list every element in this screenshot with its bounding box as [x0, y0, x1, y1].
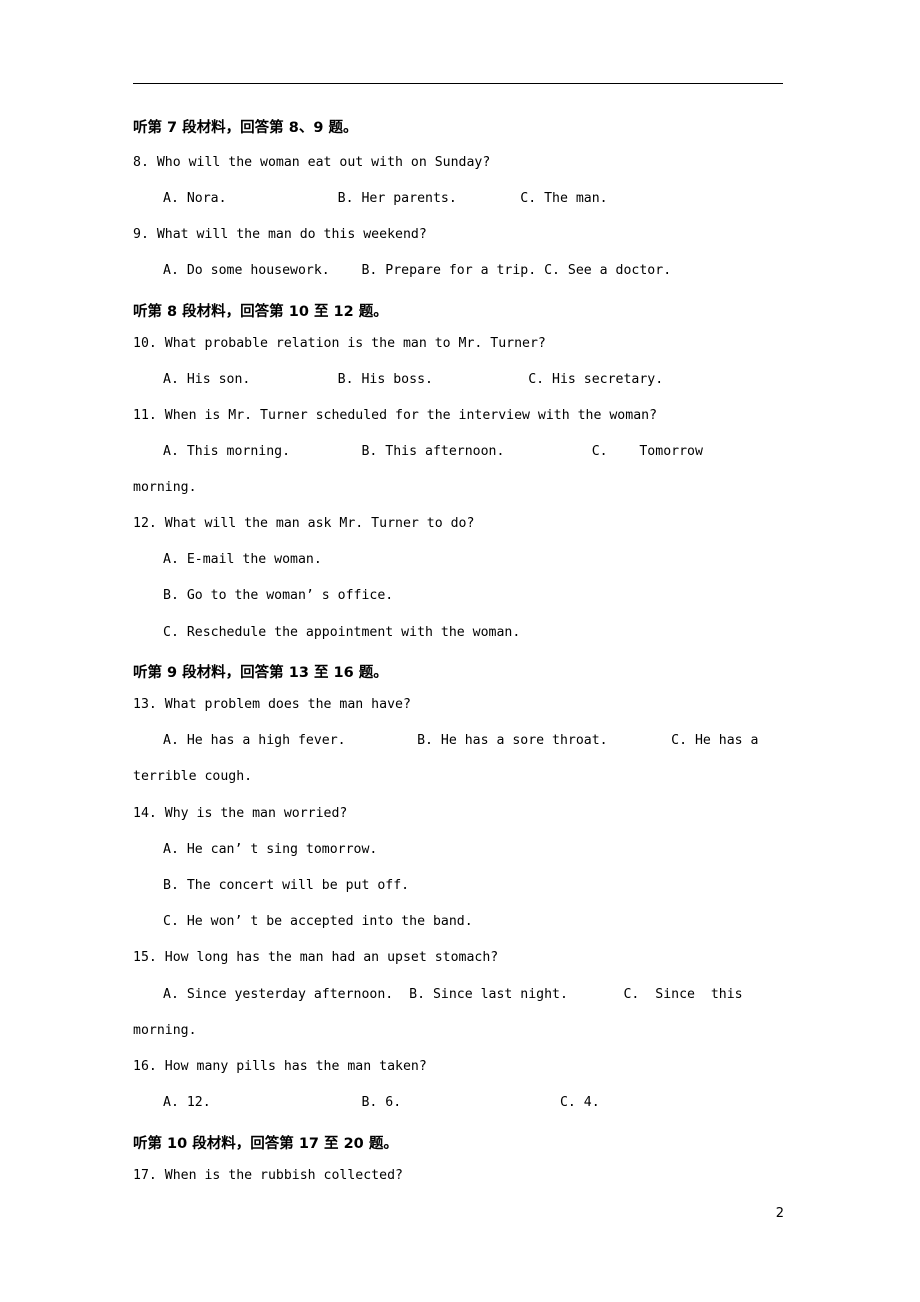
answer-options: C. He won’ t be accepted into the band. [163, 914, 473, 929]
section-heading: 听第 7 段材料，回答第 8、9 题。 [133, 120, 358, 136]
question-text: 13. What problem does the man have? [133, 697, 411, 712]
question-text: 15. How long has the man had an upset st… [133, 950, 499, 965]
answer-options: C. Reschedule the appointment with the w… [163, 625, 521, 640]
question-text: 14. Why is the man worried? [133, 806, 348, 821]
answer-options: A. He can’ t sing tomorrow. [163, 842, 378, 857]
question-text: 8. Who will the woman eat out with on Su… [133, 155, 491, 170]
question-text: 9. What will the man do this weekend? [133, 227, 427, 242]
header-rule [133, 83, 783, 84]
answer-options: A. Nora. B. Her parents. C. The man. [163, 191, 608, 206]
answer-options: B. The concert will be put off. [163, 878, 410, 893]
question-text: 17. When is the rubbish collected? [133, 1168, 403, 1183]
answer-options: A. Do some housework. B. Prepare for a t… [163, 263, 672, 278]
section-heading: 听第 9 段材料，回答第 13 至 16 题。 [133, 665, 388, 681]
answer-options: A. This morning. B. This afternoon. C. T… [163, 444, 703, 459]
section-heading: 听第 8 段材料，回答第 10 至 12 题。 [133, 304, 388, 320]
answer-options: B. Go to the woman’ s office. [163, 588, 394, 603]
question-text: 11. When is Mr. Turner scheduled for the… [133, 408, 658, 423]
question-text: 12. What will the man ask Mr. Turner to … [133, 516, 475, 531]
question-text: 16. How many pills has the man taken? [133, 1059, 427, 1074]
page-number: 2 [775, 1206, 784, 1221]
answer-options: A. E-mail the woman. [163, 552, 322, 567]
document-page: 听第 7 段材料，回答第 8、9 题。 8. Who will the woman… [0, 0, 920, 1302]
question-text: terrible cough. [133, 769, 253, 784]
answer-options: A. He has a high fever. B. He has a sore… [163, 733, 759, 748]
answer-options: A. His son. B. His boss. C. His secretar… [163, 372, 664, 387]
question-text: 10. What probable relation is the man to… [133, 336, 546, 351]
question-text: morning. [133, 480, 197, 495]
answer-options: A. 12. B. 6. C. 4. [163, 1095, 600, 1110]
question-text: morning. [133, 1023, 197, 1038]
section-heading: 听第 10 段材料，回答第 17 至 20 题。 [133, 1136, 398, 1152]
answer-options: A. Since yesterday afternoon. B. Since l… [163, 987, 743, 1002]
